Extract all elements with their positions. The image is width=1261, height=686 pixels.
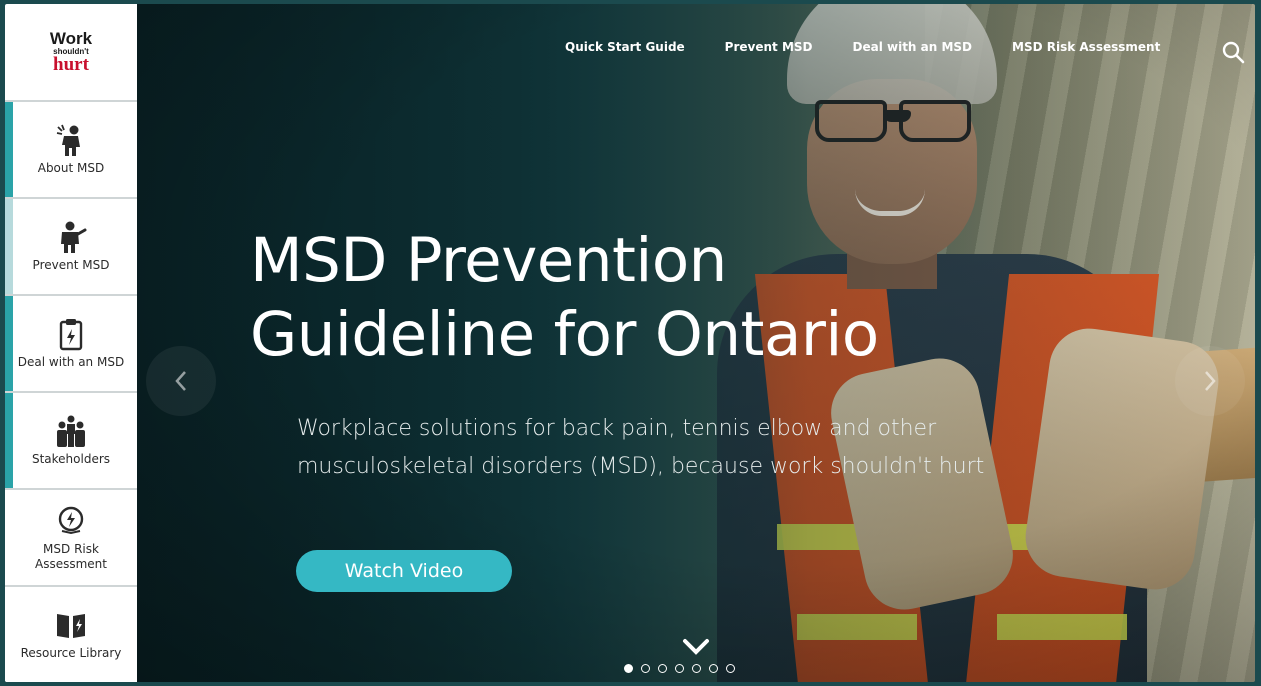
hero-subtext: Workplace solutions for back pain, tenni…	[297, 416, 985, 479]
carousel-dot[interactable]	[692, 664, 701, 673]
sidebar-item-label: Prevent MSD	[32, 258, 110, 272]
site-logo[interactable]: Work shouldn't hurt	[5, 4, 137, 102]
nav-link-quick-start-guide[interactable]: Quick Start Guide	[565, 40, 685, 54]
sidebar-item-label: About MSD	[37, 161, 105, 175]
sidebar-item-stakeholders[interactable]: Stakeholders	[5, 393, 137, 490]
sidebar-item-label: MSD Risk Assessment	[35, 541, 107, 571]
sidebar-item-resource-library[interactable]: Resource Library	[5, 587, 137, 682]
hero-headline-line1: MSD Prevention	[250, 225, 727, 296]
logo-text-work: Work	[49, 28, 93, 48]
sidebar-item-label: Deal with an MSD	[17, 355, 125, 369]
sidebar-accent	[5, 199, 13, 294]
sidebar-item-label: Resource Library	[20, 646, 122, 660]
risk-gauge-icon	[58, 506, 84, 534]
sidebar-item-prevent-msd[interactable]: Prevent MSD	[5, 199, 137, 296]
carousel-dot[interactable]	[624, 664, 633, 673]
watch-video-button[interactable]: Watch Video	[296, 550, 512, 592]
person-stop-icon	[61, 221, 87, 253]
chevron-right-icon	[1205, 371, 1216, 391]
clipboard-icon	[59, 319, 83, 351]
sidebar-item-deal-with-msd[interactable]: Deal with an MSD	[5, 296, 137, 393]
search-icon[interactable]	[1221, 40, 1245, 64]
carousel-dot[interactable]	[675, 664, 684, 673]
sidebar-accent	[5, 393, 13, 488]
hero-headline: MSD Prevention Guideline for Ontario	[250, 224, 879, 372]
sidebar-accent	[5, 490, 13, 585]
nav-link-deal-with-msd[interactable]: Deal with an MSD	[853, 40, 973, 54]
book-icon	[57, 614, 85, 638]
sidebar-item-risk-assessment[interactable]: MSD Risk Assessment	[5, 490, 137, 587]
sidebar-item-label: Stakeholders	[31, 452, 111, 466]
nav-link-prevent-msd[interactable]: Prevent MSD	[725, 40, 813, 54]
browser-viewport: Work shouldn't hurt About MSD Prevent MS…	[5, 4, 1255, 682]
nav-link-risk-assessment[interactable]: MSD Risk Assessment	[1012, 40, 1160, 54]
chevron-down-icon[interactable]	[682, 636, 710, 658]
sidebar-item-about-msd[interactable]: About MSD	[5, 102, 137, 199]
people-group-icon	[57, 415, 85, 447]
hero-headline-line2: Guideline for Ontario	[250, 299, 879, 370]
sidebar-accent	[5, 102, 13, 197]
top-nav: Quick Start Guide Prevent MSD Deal with …	[565, 40, 1200, 54]
sidebar-accent	[5, 296, 13, 391]
carousel-pager	[624, 664, 735, 673]
sidebar-accent	[5, 587, 13, 682]
chevron-left-icon	[175, 371, 186, 391]
person-pain-icon	[56, 124, 80, 156]
carousel-dot[interactable]	[709, 664, 718, 673]
carousel-dot[interactable]	[726, 664, 735, 673]
carousel-dot[interactable]	[641, 664, 650, 673]
carousel-prev-button[interactable]	[146, 346, 216, 416]
sidebar: Work shouldn't hurt About MSD Prevent MS…	[5, 4, 137, 682]
carousel-next-button[interactable]	[1175, 346, 1245, 416]
carousel-dot[interactable]	[658, 664, 667, 673]
logo-text-hurt: hurt	[53, 53, 89, 75]
